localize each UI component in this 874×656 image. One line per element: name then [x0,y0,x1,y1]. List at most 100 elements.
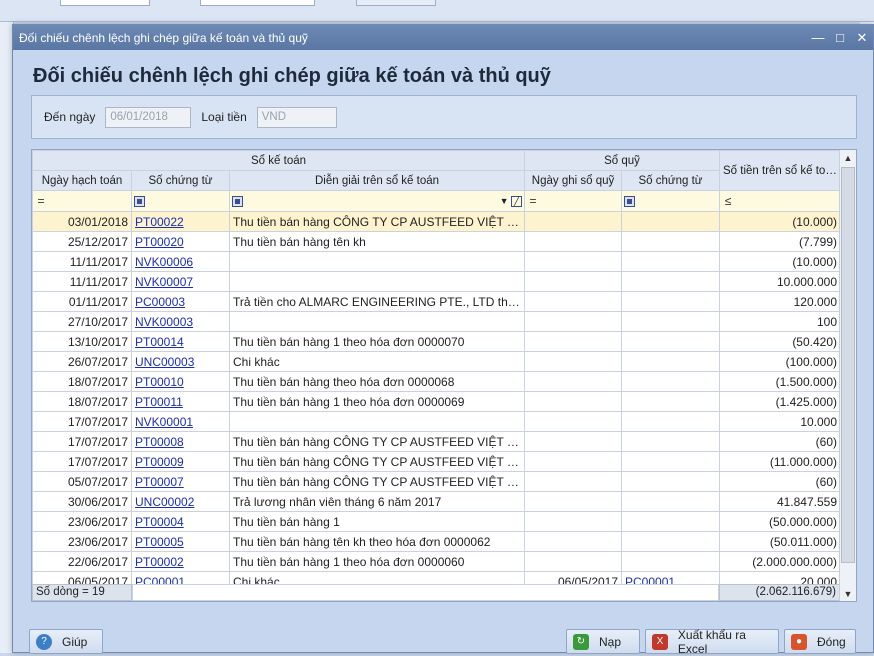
cell-acc-doc[interactable]: PT00011 [131,391,230,412]
cell-acc-doc[interactable]: NVK00006 [131,251,230,272]
table-row[interactable]: 27/10/2017 NVK00003 100 [32,311,842,332]
table-row[interactable]: 26/07/2017 UNC00003 Chi khác (100.000) [32,351,842,372]
filter-clear-icon[interactable]: ╱ [511,195,523,207]
cell-amount: 100 [719,311,842,332]
filter-contains-icon[interactable] [232,195,243,207]
close-button-icon: ● [791,633,807,650]
reload-icon: ↻ [573,633,589,650]
cell-acc-doc[interactable]: PT00010 [131,371,230,392]
cell-cash-date [524,231,623,252]
cell-acc-date: 23/06/2017 [32,531,132,552]
cell-cash-date [524,271,623,292]
filter-op-less-equal-icon[interactable]: ≤ [722,194,734,208]
filter-cash-doc[interactable] [621,190,721,212]
cell-acc-doc[interactable]: PT00009 [131,451,230,472]
minimize-icon[interactable]: — [807,30,829,45]
table-row[interactable]: 22/06/2017 PT00002 Thu tiền bán hàng 1 the… [32,551,842,572]
vertical-scrollbar[interactable]: ▲ ▼ [839,150,856,601]
cell-acc-date: 23/06/2017 [32,511,132,532]
cell-acc-date: 11/11/2017 [32,271,132,292]
cell-acc-desc: Thu tiền bán hàng 1 [228,511,526,532]
scroll-down-icon[interactable]: ▼ [840,586,856,601]
filter-acc-desc[interactable]: ▼ ╱ [228,190,526,212]
cell-acc-doc[interactable]: PT00022 [131,211,230,232]
table-row[interactable]: 23/06/2017 PT00005 Thu tiền bán hàng tên k… [32,531,842,552]
cell-acc-doc[interactable]: UNC00002 [131,491,230,512]
cell-amount: (7.799) [719,231,842,252]
scroll-up-icon[interactable]: ▲ [840,150,856,167]
table-row[interactable]: 18/07/2017 PT00010 Thu tiền bán hàng theo … [32,371,842,392]
table-row[interactable]: 17/07/2017 PT00008 Thu tiền bán hàng CÔNG … [32,431,842,452]
filter-amount[interactable]: ≤ [719,190,842,212]
background-button [356,0,436,6]
cell-acc-date: 17/07/2017 [32,451,132,472]
filter-op-equals-icon[interactable]: = [35,194,47,208]
cell-cash-doc [621,531,721,552]
cell-acc-doc[interactable]: NVK00001 [131,411,230,432]
cell-cash-date [524,351,623,372]
table-row[interactable]: 13/10/2017 PT00014 Thu tiền bán hàng 1 the… [32,331,842,352]
col-header-acc-doc[interactable]: Số chứng từ [131,170,230,191]
cell-acc-doc[interactable]: PT00005 [131,531,230,552]
cell-acc-date: 27/10/2017 [32,311,132,332]
cell-cash-date [524,531,623,552]
group-header-accounting: Sổ kế toán [32,150,526,171]
cell-acc-doc[interactable]: PT00008 [131,431,230,452]
reload-button[interactable]: ↻ Nạp [566,629,640,654]
close-icon[interactable]: ✕ [851,30,873,46]
table-row[interactable]: 18/07/2017 PT00011 Thu tiền bán hàng 1 the… [32,391,842,412]
scroll-thumb[interactable] [841,167,855,563]
table-row[interactable]: 11/11/2017 NVK00007 10.000.000 [32,271,842,292]
filter-dropdown-icon[interactable]: ▼ ╱ [500,195,523,207]
table-row[interactable]: 17/07/2017 NVK00001 10.000 [32,411,842,432]
filter-contains-icon[interactable] [134,196,145,208]
cell-cash-doc [621,271,721,292]
col-header-acc-desc[interactable]: Diễn giải trên sổ kế toán [228,170,526,191]
cell-acc-doc[interactable]: PT00007 [131,471,230,492]
cell-acc-doc[interactable]: PT00004 [131,511,230,532]
filter-acc-doc[interactable] [131,190,230,212]
help-button-label: Giúp [62,634,88,649]
filter-contains-icon[interactable] [624,196,636,208]
table-row[interactable]: 11/11/2017 NVK00006 (10.000) [32,251,842,272]
group-header-cash: Sổ quỹ [524,150,721,171]
cell-acc-date: 05/07/2017 [32,471,132,492]
maximize-icon[interactable]: □ [829,30,851,45]
cell-acc-doc[interactable]: UNC00003 [131,351,230,372]
col-header-acc-date[interactable]: Ngày hạch toán [32,170,132,191]
help-icon: ? [36,633,52,650]
currency-field[interactable]: VND [256,106,337,128]
cell-acc-desc: Thu tiền bán hàng CÔNG TY CP AUSTFEED VI… [228,471,526,492]
cell-acc-doc[interactable]: PT00014 [131,331,230,352]
table-row[interactable]: 30/06/2017 UNC00002 Trả lương nhân viên th… [32,491,842,512]
cell-acc-doc[interactable]: PT00002 [131,551,230,572]
col-header-amount[interactable]: Số tiền trên sổ kế toán [719,150,842,191]
filter-op-equals-icon[interactable]: = [527,194,539,208]
table-row[interactable]: 17/07/2017 PT00009 Thu tiền bán hàng CÔNG … [32,451,842,472]
cell-acc-doc[interactable]: PC00003 [131,291,230,312]
cell-acc-date: 03/01/2018 [32,211,132,232]
table-row[interactable]: 05/07/2017 PT00007 Thu tiền bán hàng CÔNG … [32,471,842,492]
table-row[interactable]: 25/12/2017 PT00020 Thu tiền bán hàng tên k… [32,231,842,252]
background-toolbar [0,0,874,22]
cell-amount: (60) [719,471,842,492]
export-excel-button[interactable]: X Xuất khẩu ra Excel [645,628,779,656]
cell-cash-date [524,251,623,272]
table-row[interactable]: 23/06/2017 PT00004 Thu tiền bán hàng 1 (50.… [32,511,842,532]
to-date-field[interactable]: 06/01/2018 [105,106,192,128]
filter-cash-date[interactable]: = [524,190,623,212]
cell-acc-desc [228,411,526,432]
col-header-cash-doc[interactable]: Số chứng từ [621,170,721,191]
currency-label: Loại tiền [201,110,247,124]
cell-amount: 120.000 [719,291,842,312]
grid-table: Sổ kế toán Sổ quỹ Số tiền trên sổ kế toá… [32,150,842,592]
col-header-cash-date[interactable]: Ngày ghi sổ quỹ [524,170,623,191]
cell-acc-doc[interactable]: NVK00003 [131,311,230,332]
cell-acc-doc[interactable]: NVK00007 [131,271,230,292]
close-button[interactable]: ● Đóng [784,629,856,654]
table-row[interactable]: 03/01/2018 PT00022 Thu tiền bán hàng CÔNG … [32,211,842,232]
cell-acc-doc[interactable]: PT00020 [131,231,230,252]
help-button[interactable]: ? Giúp [29,629,103,654]
table-row[interactable]: 01/11/2017 PC00003 Trả tiền cho ALMARC ENG… [32,291,842,312]
filter-acc-date[interactable]: = [32,190,132,212]
